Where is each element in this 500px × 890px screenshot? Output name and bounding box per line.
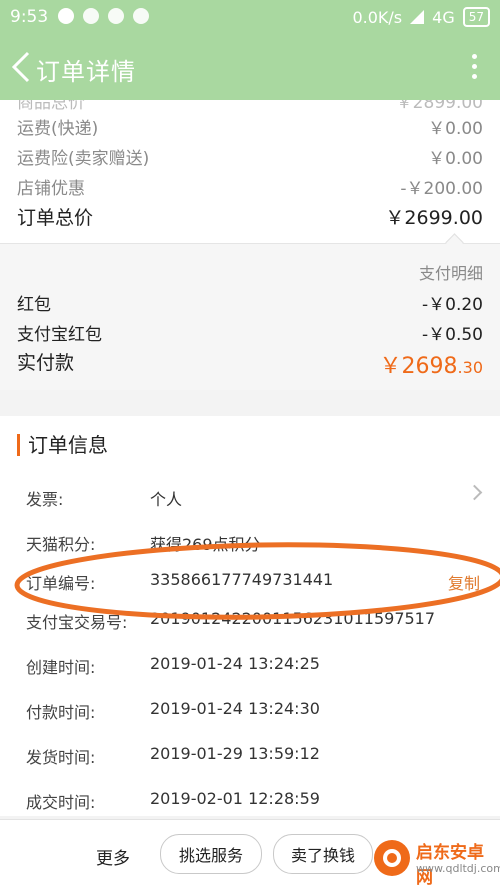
payment-detail-link[interactable]: 支付明细 bbox=[419, 260, 483, 284]
goods-total-row: 商品总价 ￥2899.00 bbox=[17, 100, 483, 113]
paid-row: 实付款 ￥2698.30 bbox=[17, 348, 483, 380]
sell-exchange-button[interactable]: 卖了换钱 bbox=[273, 834, 373, 874]
signal-icon bbox=[410, 10, 425, 24]
order-total-value: ￥2699.00 bbox=[385, 207, 483, 229]
network-speed: 0.0K/s bbox=[352, 7, 403, 27]
insurance-label: 运费险(卖家赠送) bbox=[17, 149, 150, 169]
paid-value: ￥2698.30 bbox=[380, 348, 483, 380]
created-time-label: 创建时间: bbox=[26, 658, 96, 677]
payment-detail-card: 支付明细 红包 -￥0.20 支付宝红包 -￥0.50 实付款 ￥2698.30 bbox=[0, 244, 500, 390]
alipay-redpacket-row: 支付宝红包 -￥0.50 bbox=[17, 320, 483, 345]
battery-icon: 57 bbox=[462, 7, 490, 27]
status-time: 9:53 bbox=[10, 7, 49, 27]
watermark-logo-icon bbox=[374, 840, 410, 876]
shop-discount-row: 店铺优惠 -￥200.00 bbox=[17, 174, 483, 199]
game-notification-icon bbox=[133, 8, 149, 24]
completed-time-label: 成交时间: bbox=[26, 793, 96, 812]
paid-time-label: 付款时间: bbox=[26, 703, 96, 722]
shop-discount-value: -￥200.00 bbox=[400, 179, 483, 199]
watermark-url: www.qdltdj.com bbox=[416, 862, 500, 875]
insurance-row: 运费险(卖家赠送) ￥0.00 bbox=[17, 144, 483, 169]
invoice-label: 发票: bbox=[26, 490, 64, 509]
shipping-label: 运费(快递) bbox=[17, 119, 99, 139]
payment-detail-link-row: 支付明细 bbox=[17, 260, 483, 284]
redpacket-value: -￥0.20 bbox=[422, 295, 483, 315]
paid-time-value: 2019-01-24 13:24:30 bbox=[150, 699, 320, 718]
alipay-redpacket-value: -￥0.50 bbox=[422, 325, 483, 345]
redpacket-row: 红包 -￥0.20 bbox=[17, 290, 483, 315]
paid-label: 实付款 bbox=[17, 352, 75, 374]
goods-total-value: ￥2899.00 bbox=[395, 100, 483, 113]
section-title: 订单信息 bbox=[17, 434, 108, 456]
netease-icon bbox=[58, 8, 74, 24]
shipped-time-label: 发货时间: bbox=[26, 748, 96, 767]
price-summary-card: 商品总价 ￥2899.00 运费(快递) ￥0.00 运费险(卖家赠送) ￥0.… bbox=[0, 100, 500, 243]
watermark: 启东安卓网 www.qdltdj.com bbox=[370, 830, 500, 888]
alipay-redpacket-label: 支付宝红包 bbox=[17, 325, 102, 345]
shop-discount-label: 店铺优惠 bbox=[17, 179, 85, 199]
back-arrow-icon[interactable] bbox=[8, 50, 38, 84]
status-notification-icons bbox=[58, 8, 149, 24]
goods-total-label: 商品总价 bbox=[17, 100, 85, 113]
more-button[interactable]: 更多 bbox=[96, 844, 130, 869]
chevron-right-icon bbox=[466, 484, 483, 501]
redpacket-label: 红包 bbox=[17, 295, 51, 315]
page-title: 订单详情 bbox=[36, 58, 136, 86]
mail-notification-icon bbox=[108, 8, 124, 24]
status-right: 0.0K/s 4G 57 bbox=[352, 7, 490, 27]
shipped-time-value: 2019-01-29 13:59:12 bbox=[150, 744, 320, 763]
order-total-label: 订单总价 bbox=[17, 207, 94, 229]
created-time-value: 2019-01-24 13:24:25 bbox=[150, 654, 320, 673]
nav-bar: 订单详情 bbox=[0, 34, 500, 100]
app-notification-icon bbox=[83, 8, 99, 24]
completed-time-value: 2019-02-01 12:28:59 bbox=[150, 789, 320, 808]
order-total-row: 订单总价 ￥2699.00 bbox=[17, 203, 483, 230]
paid-decimal: .30 bbox=[457, 358, 483, 377]
paid-integer: ￥2698 bbox=[379, 354, 458, 379]
annotation-ellipse bbox=[14, 542, 500, 620]
network-type: 4G bbox=[432, 7, 455, 27]
more-menu-icon[interactable] bbox=[472, 54, 478, 84]
shipping-value: ￥0.00 bbox=[428, 119, 483, 139]
insurance-value: ￥0.00 bbox=[428, 149, 483, 169]
invoice-value: 个人 bbox=[150, 490, 183, 509]
select-service-button[interactable]: 挑选服务 bbox=[160, 834, 262, 874]
status-bar: 9:53 0.0K/s 4G 57 bbox=[0, 0, 500, 34]
shipping-row: 运费(快递) ￥0.00 bbox=[17, 114, 483, 139]
